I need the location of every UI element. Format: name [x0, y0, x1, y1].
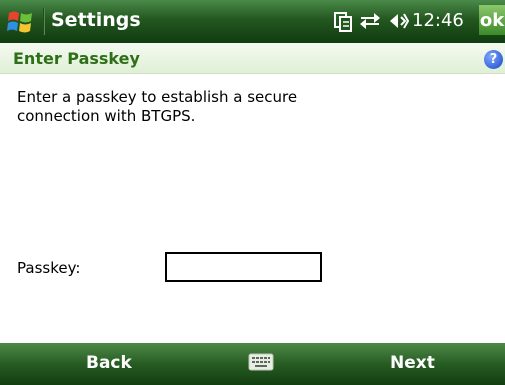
next-softkey[interactable]: Next [390, 353, 435, 373]
page-header: Enter Passkey [0, 43, 505, 74]
ok-button[interactable]: ok [479, 5, 505, 35]
passkey-label: Passkey: [17, 259, 81, 277]
volume-icon[interactable] [387, 10, 409, 32]
keyboard-icon[interactable] [248, 353, 274, 371]
help-icon[interactable]: ? [484, 50, 503, 69]
clipboard-icon[interactable] [333, 10, 353, 32]
app-title: Settings [51, 9, 141, 31]
title-bar: Settings 12:46 ok [0, 0, 505, 43]
title-separator [43, 8, 45, 35]
windows-start-icon[interactable] [6, 7, 36, 37]
page-title: Enter Passkey [13, 49, 140, 68]
passkey-input[interactable] [165, 252, 322, 282]
connectivity-icon[interactable] [359, 10, 381, 32]
instructions-text: Enter a passkey to establish a secure co… [17, 88, 298, 125]
clock[interactable]: 12:46 [412, 10, 464, 31]
back-softkey[interactable]: Back [86, 353, 132, 373]
